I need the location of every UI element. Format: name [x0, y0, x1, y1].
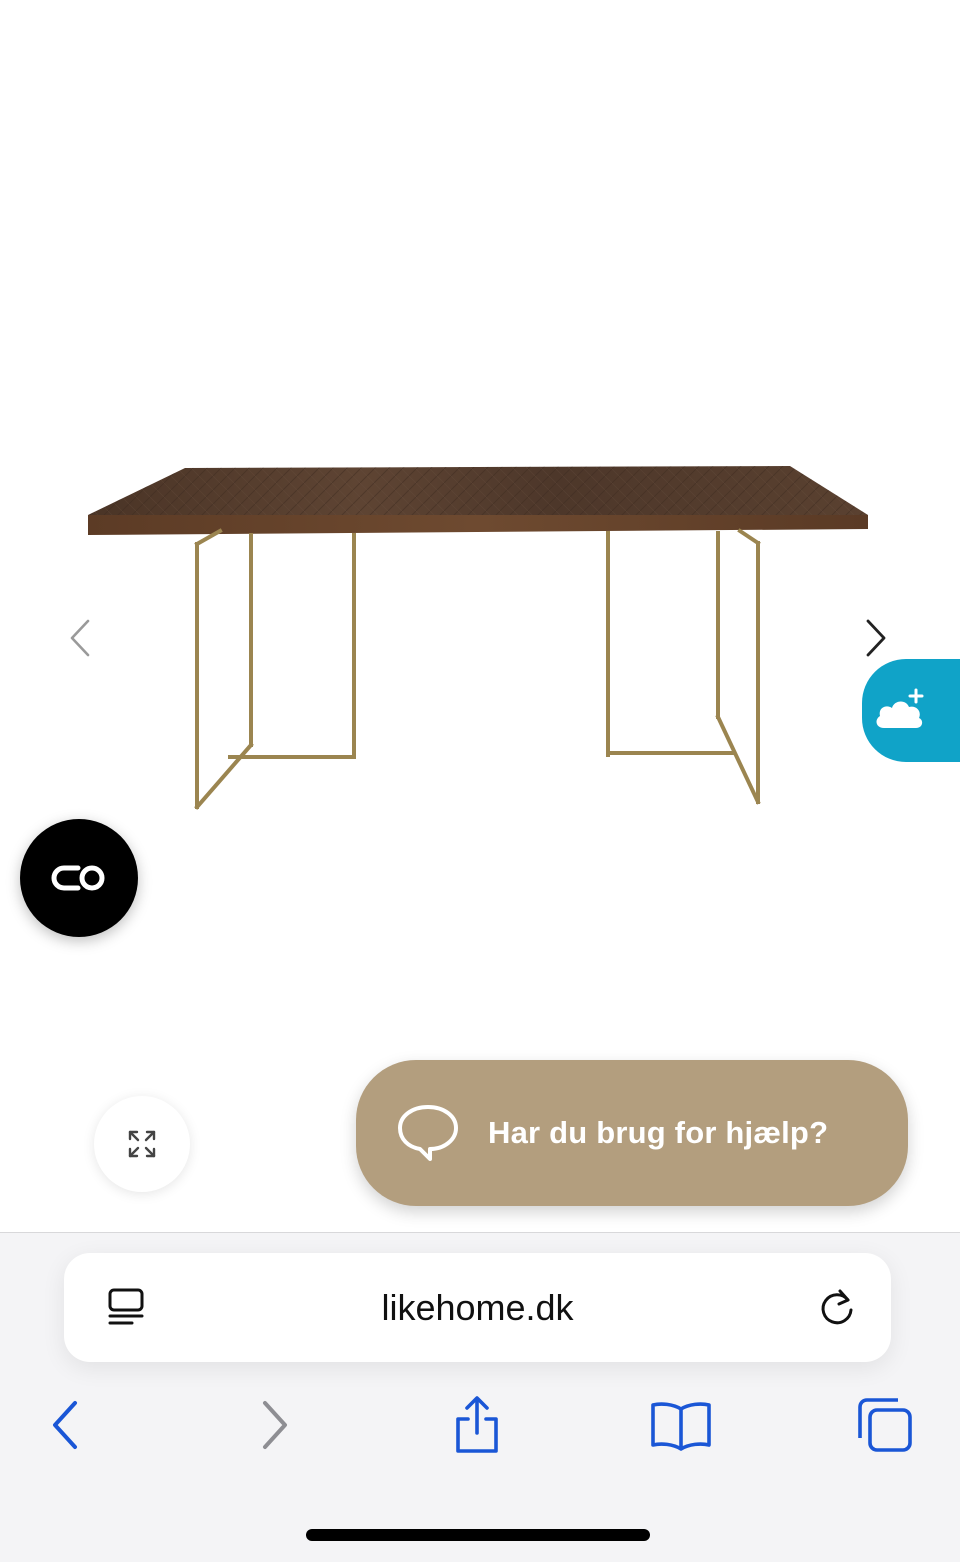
tabs-button[interactable]	[850, 1383, 920, 1467]
tabs-icon	[858, 1398, 912, 1452]
browser-toolbar	[0, 1383, 960, 1467]
share-button[interactable]	[442, 1383, 512, 1467]
carousel-next-button[interactable]	[856, 608, 896, 668]
share-icon	[456, 1396, 498, 1453]
browser-chrome: likehome.dk	[0, 1232, 960, 1562]
cloud-widget-button[interactable]	[862, 659, 960, 762]
web-page: Har du brug for hjælp?	[0, 0, 960, 1232]
help-label: Har du brug for hjælp?	[488, 1115, 829, 1150]
co-logo-icon	[51, 865, 105, 891]
dining-table-image	[88, 466, 868, 810]
reload-button[interactable]	[815, 1286, 859, 1330]
carousel-prev-button[interactable]	[60, 608, 100, 668]
bookmarks-icon	[651, 1402, 711, 1451]
url-text[interactable]: likehome.dk	[64, 1253, 891, 1362]
cloud-plus-icon	[876, 688, 924, 728]
help-chat-button[interactable]: Har du brug for hjælp?	[356, 1060, 908, 1206]
co-widget-button[interactable]	[20, 819, 138, 937]
reload-icon	[821, 1289, 853, 1325]
forward-icon	[263, 1401, 287, 1449]
bookmarks-button[interactable]	[646, 1383, 716, 1467]
expand-icon	[128, 1130, 156, 1158]
home-indicator[interactable]	[306, 1529, 650, 1541]
expand-image-button[interactable]	[94, 1096, 190, 1192]
chevron-right-icon	[866, 619, 886, 657]
product-image[interactable]	[80, 455, 880, 820]
chevron-left-icon	[70, 619, 90, 657]
forward-button[interactable]	[240, 1383, 310, 1467]
chat-bubble-icon	[398, 1105, 458, 1161]
address-bar[interactable]: likehome.dk	[64, 1253, 891, 1362]
back-button[interactable]	[30, 1383, 100, 1467]
back-icon	[53, 1401, 77, 1449]
